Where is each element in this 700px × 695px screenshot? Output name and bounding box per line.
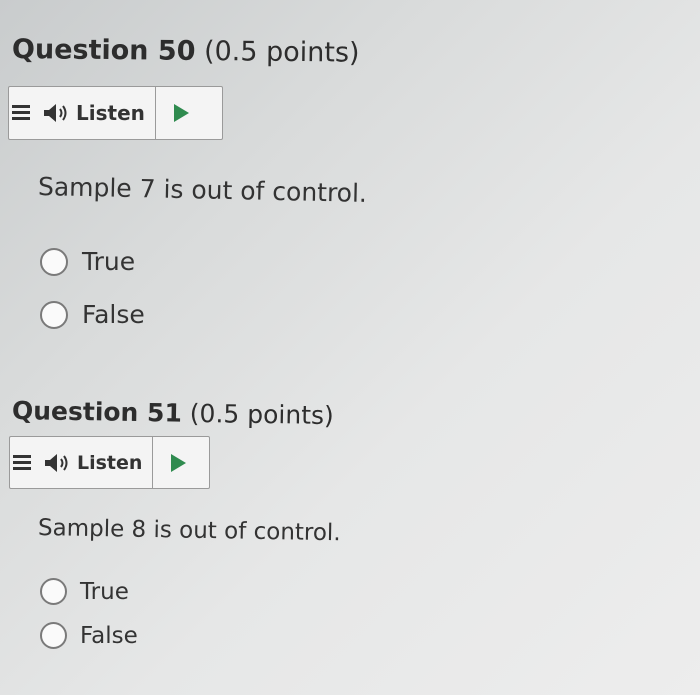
option-label[interactable]: False	[80, 623, 138, 649]
speaker-icon	[45, 453, 68, 472]
question-points: (0.5 points)	[189, 398, 335, 431]
play-icon[interactable]	[171, 453, 187, 472]
option-label[interactable]: True	[80, 579, 129, 605]
radio-button[interactable]	[40, 247, 68, 276]
question-number: Question 51	[11, 396, 183, 428]
question-title: Question 50 (0.5 points)	[12, 34, 360, 69]
question-title: Question 51 (0.5 points)	[12, 396, 334, 430]
option-false[interactable]: False	[40, 300, 145, 329]
toolbar-divider	[154, 87, 156, 139]
option-true[interactable]: True	[40, 247, 135, 276]
listen-button[interactable]: Listen	[76, 101, 145, 125]
question-prompt: Sample 8 is out of control.	[37, 515, 341, 547]
question-prompt: Sample 7 is out of control.	[37, 172, 368, 208]
radio-button[interactable]	[40, 622, 67, 649]
listen-toolbar[interactable]: Listen	[9, 436, 210, 489]
listen-button[interactable]: Listen	[77, 452, 142, 474]
play-icon[interactable]	[173, 104, 189, 122]
menu-icon[interactable]	[13, 454, 31, 472]
option-false[interactable]: False	[40, 622, 138, 649]
speaker-icon	[44, 104, 67, 122]
toolbar-divider	[152, 437, 154, 488]
listen-toolbar[interactable]: Listen	[8, 86, 223, 140]
radio-button[interactable]	[40, 578, 67, 605]
radio-button[interactable]	[40, 300, 68, 329]
menu-icon[interactable]	[12, 104, 30, 122]
question-number: Question 50	[11, 34, 196, 67]
option-label[interactable]: True	[82, 247, 135, 276]
option-true[interactable]: True	[40, 578, 129, 605]
question-points: (0.5 points)	[203, 36, 360, 69]
option-label[interactable]: False	[82, 300, 145, 329]
